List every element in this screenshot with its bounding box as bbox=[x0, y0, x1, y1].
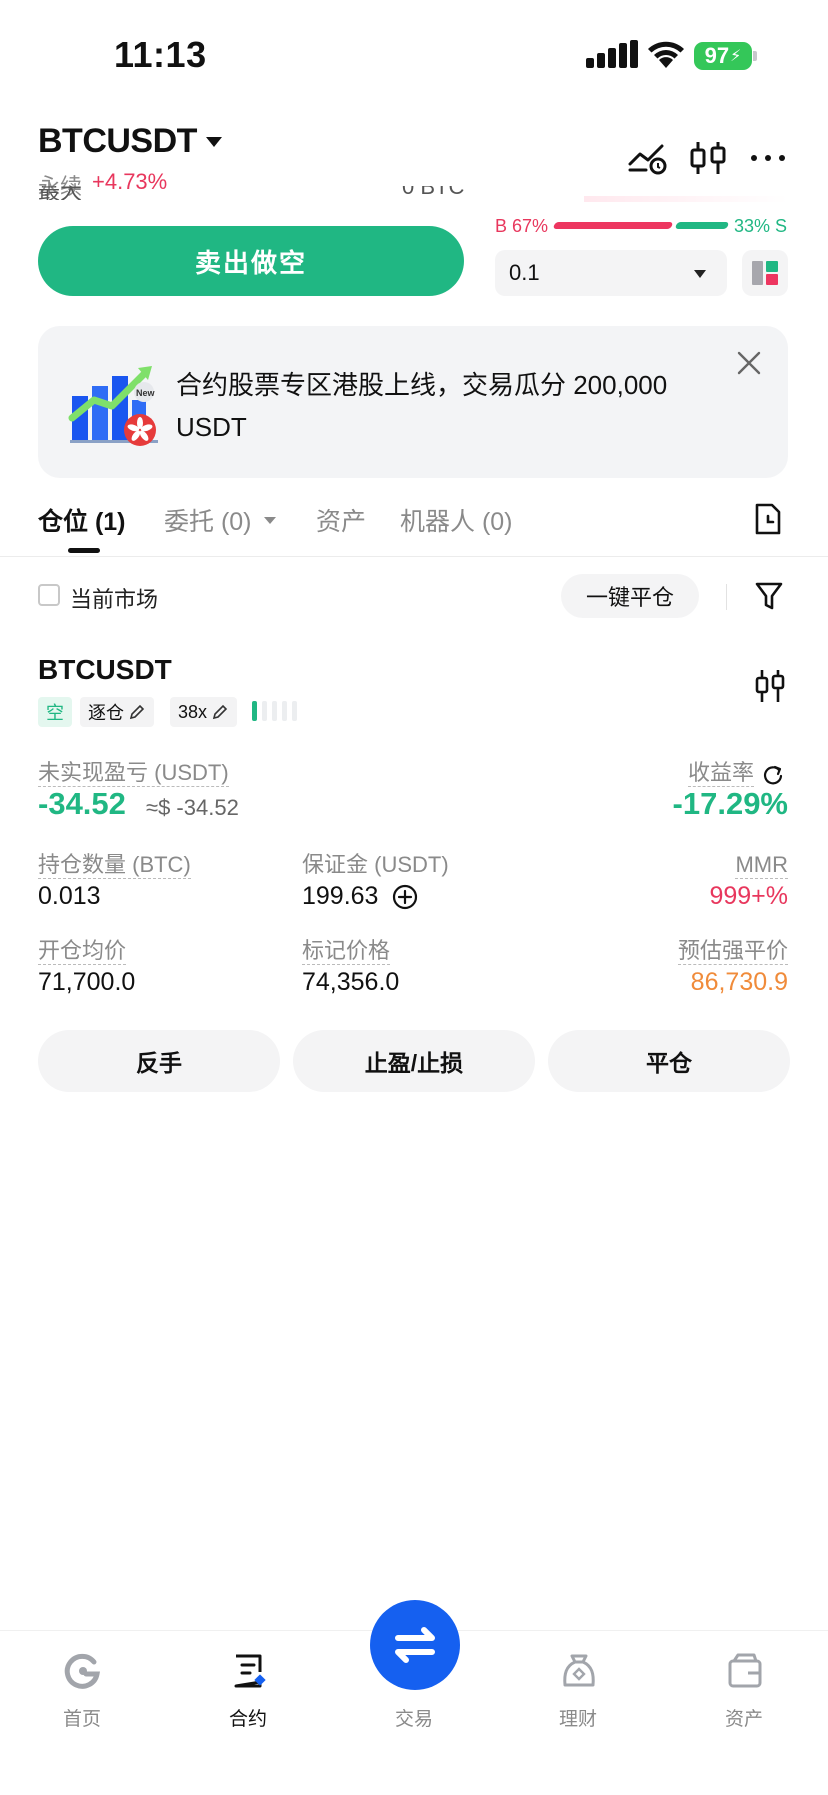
close-icon[interactable] bbox=[736, 350, 762, 376]
add-margin-icon[interactable] bbox=[392, 884, 418, 910]
nav-trade[interactable]: 交易 bbox=[354, 1652, 474, 1732]
pair-selector[interactable]: BTCUSDT bbox=[38, 122, 197, 161]
orderbook-layout-button[interactable] bbox=[742, 250, 788, 296]
adl-indicator-bar bbox=[272, 701, 277, 721]
side-tag: 空 bbox=[38, 697, 72, 727]
refresh-icon[interactable] bbox=[762, 764, 784, 786]
mmr-label[interactable]: MMR bbox=[735, 852, 788, 879]
edit-icon bbox=[129, 704, 145, 720]
tabs-divider bbox=[0, 556, 828, 557]
roe-label[interactable]: 收益率 bbox=[687, 760, 754, 787]
max-label: 最大 bbox=[38, 186, 83, 200]
liq-price-value: 86,730.9 bbox=[690, 968, 788, 996]
edit-icon bbox=[212, 704, 228, 720]
close-all-button[interactable]: 一键平仓 bbox=[561, 574, 699, 618]
nav-earn[interactable]: 理财 bbox=[518, 1652, 638, 1732]
current-market-label[interactable]: 当前市场 bbox=[70, 582, 158, 614]
tab-bots[interactable]: 机器人 (0) bbox=[400, 502, 513, 538]
candlestick-chart-icon[interactable] bbox=[688, 140, 728, 176]
tp-sl-button[interactable]: 止盈/止损 bbox=[293, 1030, 535, 1092]
divider bbox=[726, 584, 727, 610]
battery-tip bbox=[753, 51, 757, 61]
status-time: 11:13 bbox=[114, 34, 207, 75]
max-value: 0 BTC bbox=[402, 186, 465, 199]
orderbook-fade bbox=[584, 196, 788, 202]
entry-price-value: 71,700.0 bbox=[38, 968, 136, 996]
active-tab-indicator bbox=[68, 548, 100, 553]
nav-label: 资产 bbox=[724, 1709, 763, 1730]
buy-ratio: B 67% bbox=[495, 216, 549, 236]
close-position-button[interactable]: 平仓 bbox=[548, 1030, 790, 1092]
sell-ratio-bar bbox=[674, 222, 730, 229]
home-icon bbox=[64, 1653, 101, 1689]
order-history-icon[interactable] bbox=[754, 502, 782, 536]
nav-label: 理财 bbox=[558, 1709, 597, 1730]
mark-price-value: 74,356.0 bbox=[302, 968, 400, 996]
chevron-down-icon[interactable] bbox=[206, 137, 222, 147]
margin-label: 保证金 (USDT) bbox=[302, 852, 449, 877]
nav-label: 合约 bbox=[228, 1709, 267, 1730]
more-options-icon[interactable] bbox=[748, 140, 788, 176]
chevron-down-icon[interactable] bbox=[264, 517, 276, 524]
futures-icon bbox=[234, 1654, 266, 1688]
filter-icon[interactable] bbox=[754, 580, 784, 612]
roe-value: -17.29% bbox=[672, 786, 788, 821]
nav-assets[interactable]: 资产 bbox=[684, 1652, 804, 1732]
sell-short-button[interactable]: 卖出做空 bbox=[38, 226, 464, 296]
tab-orders[interactable]: 委托 (0) bbox=[164, 502, 252, 538]
adl-indicator-bar bbox=[252, 701, 257, 721]
mark-price-label[interactable]: 标记价格 bbox=[302, 938, 391, 965]
adl-indicator-bar bbox=[292, 701, 297, 721]
wifi-icon bbox=[648, 41, 684, 68]
position-size-label[interactable]: 持仓数量 (BTC) bbox=[38, 852, 191, 879]
reverse-position-button[interactable]: 反手 bbox=[38, 1030, 280, 1092]
adl-indicator-bar bbox=[262, 701, 267, 721]
battery-indicator: 97 ⚡ bbox=[694, 42, 752, 70]
charging-bolt-icon: ⚡ bbox=[730, 48, 742, 65]
leverage-tag[interactable]: 38x bbox=[170, 697, 238, 727]
unrealized-pnl-label[interactable]: 未实现盈亏 (USDT) bbox=[38, 760, 229, 787]
nav-futures[interactable]: 合约 bbox=[188, 1652, 308, 1732]
depth-step-select[interactable]: 0.1 bbox=[495, 250, 727, 296]
depth-step-value: 0.1 bbox=[509, 260, 540, 285]
adl-indicator-bar bbox=[282, 701, 287, 721]
sell-ratio: 33% S bbox=[734, 216, 788, 236]
orderbook-layout-icon bbox=[752, 261, 778, 285]
margin-mode-tag[interactable]: 逐仓 bbox=[80, 697, 154, 727]
banner-text: 合约股票专区港股上线，交易瓜分 200,000 USDT bbox=[176, 370, 668, 442]
nav-label: 首页 bbox=[62, 1709, 101, 1730]
tab-assets[interactable]: 资产 bbox=[316, 502, 366, 538]
nav-label: 交易 bbox=[394, 1709, 433, 1730]
entry-price-label[interactable]: 开仓均价 bbox=[38, 938, 127, 965]
unrealized-pnl-value: -34.52 bbox=[38, 786, 126, 821]
buy-ratio-bar bbox=[552, 222, 674, 229]
hk-stocks-chart-icon: New bbox=[68, 366, 158, 446]
position-size-value: 0.013 bbox=[38, 882, 101, 910]
nav-home[interactable]: 首页 bbox=[22, 1652, 142, 1732]
cellular-signal-icon bbox=[586, 40, 638, 68]
wallet-icon bbox=[728, 1653, 762, 1688]
mmr-value: 999+% bbox=[709, 882, 788, 910]
margin-value: 199.63 bbox=[302, 882, 379, 910]
scrolled-max-row: 最大 0 BTC bbox=[38, 186, 478, 200]
leverage-label: 38x bbox=[178, 701, 208, 722]
dropdown-caret-icon[interactable] bbox=[694, 270, 706, 278]
unrealized-pnl-usd: ≈$ -34.52 bbox=[146, 795, 239, 820]
margin-mode-label: 逐仓 bbox=[88, 703, 124, 723]
candlestick-chart-icon[interactable] bbox=[754, 668, 786, 704]
current-market-checkbox[interactable] bbox=[38, 584, 60, 606]
tab-positions[interactable]: 仓位 (1) bbox=[38, 502, 126, 538]
position-symbol[interactable]: BTCUSDT bbox=[38, 654, 172, 686]
new-badge-text: New bbox=[136, 388, 156, 398]
earn-icon bbox=[563, 1654, 595, 1687]
price-alert-icon[interactable] bbox=[628, 140, 668, 176]
liq-price-label[interactable]: 预估强平价 bbox=[677, 938, 788, 965]
